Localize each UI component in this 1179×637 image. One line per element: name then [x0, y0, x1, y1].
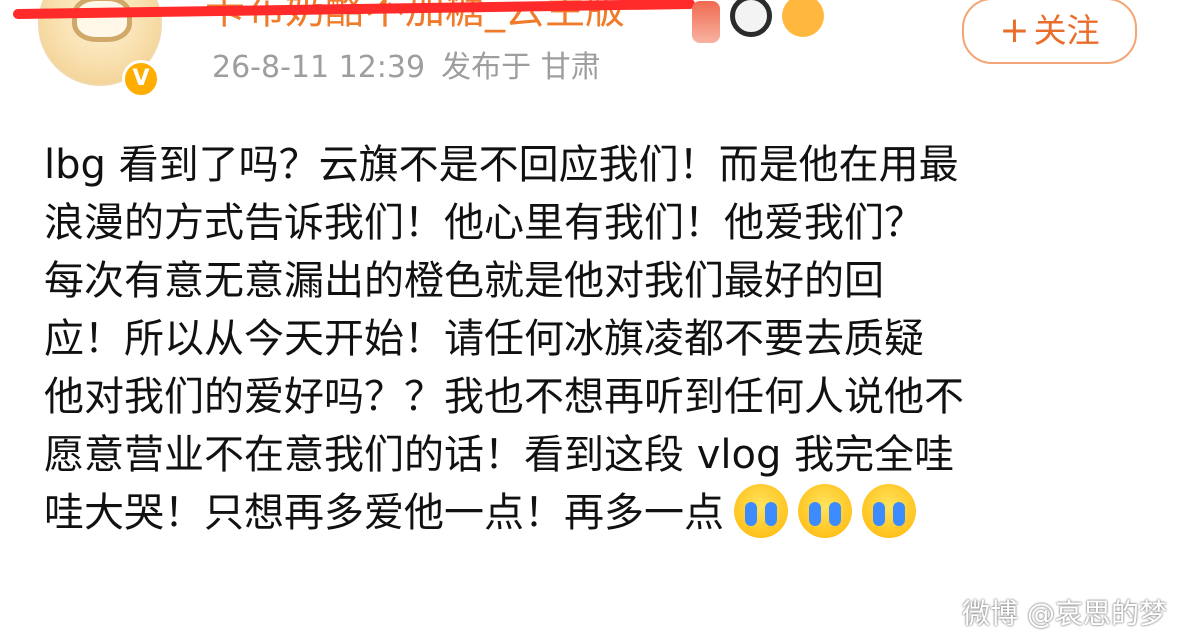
post-header: V 卡布奶酪不加糖_云主版 + 关注 26-8-11 12:39 发布于 甘肃 [0, 0, 1179, 110]
cat-badge-icon [782, 0, 824, 37]
post-line-3: 每次有意无意漏出的橙色就是他对我们最好的回 [44, 258, 884, 304]
post-line-6: 愿意营业不在意我们的话！看到这段 vlog 我完全哇 [44, 432, 955, 478]
post-line-2: 浪漫的方式告诉我们！他心里有我们！他爱我们？ [44, 200, 924, 246]
user-badges [692, 0, 824, 43]
post-meta: 26-8-11 12:39 发布于 甘肃 [212, 48, 617, 88]
follow-button[interactable]: + 关注 [962, 0, 1137, 64]
crying-emoji-icon [798, 484, 852, 538]
hourglass-badge-icon [692, 1, 720, 43]
panda-badge-icon [730, 0, 772, 37]
redline-annotation-icon [13, 0, 695, 19]
post-location: 发布于 甘肃 [441, 50, 601, 85]
crying-emoji-icon [734, 484, 788, 538]
post-body: lbg 看到了吗？云旗不是不回应我们！而是他在用最 浪漫的方式告诉我们！他心里有… [44, 136, 1154, 542]
post-line-1: lbg 看到了吗？云旗不是不回应我们！而是他在用最 [44, 142, 959, 188]
post-line-7: 哇大哭！只想再多爱他一点！再多一点 [44, 484, 1154, 542]
crying-emoji-icon [862, 484, 916, 538]
follow-plus-icon: + [999, 10, 1030, 51]
post-line-7-text: 哇大哭！只想再多爱他一点！再多一点 [44, 490, 724, 536]
post-line-5: 他对我们的爱好吗？？我也不想再听到任何人说他不 [44, 374, 964, 420]
post-timestamp: 26-8-11 12:39 [212, 50, 426, 85]
post-line-4: 应！所以从今天开始！请任何冰旗凌都不要去质疑 [44, 316, 924, 362]
weibo-watermark: 微博 @哀思的梦 [962, 597, 1167, 630]
follow-label: 关注 [1033, 11, 1100, 50]
verified-badge: V [122, 60, 160, 98]
verified-badge-symbol: V [132, 66, 150, 91]
